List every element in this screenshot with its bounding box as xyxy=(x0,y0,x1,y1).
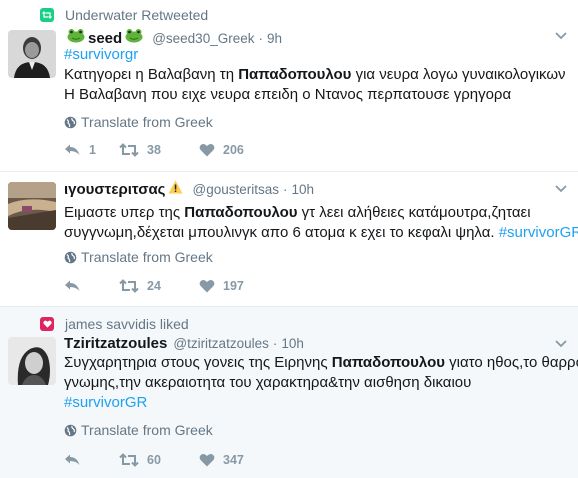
warning-emoji-icon xyxy=(168,180,183,199)
user-handle[interactable]: @seed30_Greek xyxy=(152,31,254,46)
retweet-count: 24 xyxy=(147,279,161,293)
globe-icon xyxy=(64,424,77,436)
avatar[interactable] xyxy=(8,30,56,78)
translate-label[interactable]: Translate from Greek xyxy=(81,422,213,438)
like-count: 206 xyxy=(223,143,244,157)
tweet-text: #survivorgr Κατηγορει η Βαλαβανη τη Παπαδ… xyxy=(64,45,569,105)
highlighted-term: Παπαδοπουλου xyxy=(331,354,445,371)
timestamp[interactable]: 9h xyxy=(267,31,282,46)
heart-icon xyxy=(40,317,54,331)
text-segment: Κατηγορει η Βαλαβανη τη xyxy=(64,66,239,83)
separator-dot: · xyxy=(258,30,263,46)
globe-icon xyxy=(64,116,77,128)
translate-label[interactable]: Translate from Greek xyxy=(81,249,213,265)
separator-dot: · xyxy=(282,182,288,197)
text-segment: γνωμης,την ακεραιοτητα του χαρακτηρα&την… xyxy=(64,374,472,391)
tweet-text: Συγχαρητηρια στους γονεις της Ειρηνης Πα… xyxy=(64,353,578,413)
retweet-icon xyxy=(119,453,139,467)
tweet-header: ιγουστεριτσας @gousteritsas · 10h xyxy=(64,180,314,199)
like-context: james savvidis liked xyxy=(40,315,189,333)
user-handle[interactable]: @gousteritsas xyxy=(192,182,279,197)
retweet-icon xyxy=(119,143,139,157)
retweet-count: 60 xyxy=(147,453,161,467)
reply-icon xyxy=(65,144,80,155)
tweet-actions: 60 347 xyxy=(64,453,279,467)
like-count: 347 xyxy=(223,453,244,467)
heart-icon xyxy=(199,144,215,157)
chevron-down-icon[interactable] xyxy=(554,184,568,194)
tweet-text-line: Ειμαστε υπερ της Παπαδοπουλου γτ λεει αλ… xyxy=(64,203,569,223)
tweet-header: Tziritzatzoules @tziritzatzoules · 10h xyxy=(64,335,304,352)
like-button[interactable]: 197 xyxy=(199,279,279,293)
retweet-count: 38 xyxy=(147,143,161,157)
like-button[interactable]: 347 xyxy=(199,453,279,467)
tweet-text-line: γνωμης,την ακεραιοτητα του χαρακτηρα&την… xyxy=(64,373,569,393)
heart-icon xyxy=(199,280,215,293)
tweet-actions: 1 38 206 xyxy=(64,143,279,157)
context-text[interactable]: Underwater Retweeted xyxy=(65,7,208,23)
user-fullname[interactable]: Tziritzatzoules xyxy=(64,335,167,352)
reply-button[interactable] xyxy=(64,279,119,293)
text-segment: Συγχαρητηρια στους γονεις της Ειρηνης xyxy=(64,354,332,371)
reply-button[interactable]: 1 xyxy=(64,143,119,157)
heart-icon xyxy=(199,454,215,467)
retweet-icon xyxy=(40,8,54,22)
tweet-text-line: #survivorgr xyxy=(64,45,569,65)
tweet-text-line: Η Βαλαβανη που ειχε νευρα επειδη ο Ντανο… xyxy=(64,85,569,105)
highlighted-term: Παπαδοπουλου xyxy=(184,204,298,221)
avatar[interactable] xyxy=(8,182,56,230)
translate-link[interactable]: Translate from Greek xyxy=(64,249,213,265)
text-segment: συγγνωμη,δέχεται μπουλινγκ απο 6 ατομα κ… xyxy=(64,224,499,241)
tweet-item[interactable]: ιγουστεριτσας @gousteritsas · 10h Ειμαστ… xyxy=(0,172,578,307)
user-fullname[interactable]: seed xyxy=(88,30,122,47)
user-handle[interactable]: @tziritzatzoules xyxy=(173,336,268,351)
translate-label[interactable]: Translate from Greek xyxy=(81,114,213,130)
text-segment: γιατο ηθος,το θαρρος xyxy=(444,354,578,371)
reply-icon xyxy=(65,280,80,291)
tweet-text: Ειμαστε υπερ της Παπαδοπουλου γτ λεει αλ… xyxy=(64,203,578,243)
separator-dot: · xyxy=(272,336,278,351)
tweet-item[interactable]: Underwater Retweeted seed @seed30_Greek … xyxy=(0,0,578,172)
retweet-button[interactable]: 38 xyxy=(119,143,199,157)
chevron-down-icon[interactable] xyxy=(554,31,568,41)
globe-icon xyxy=(64,251,77,263)
hashtag-link[interactable]: #survivorgr xyxy=(64,46,138,63)
tweet-text-line: συγγνωμη,δέχεται μπουλινγκ απο 6 ατομα κ… xyxy=(64,223,578,243)
text-segment: Η Βαλαβανη που ειχε νευρα επειδη ο Ντανο… xyxy=(64,86,512,103)
retweet-icon xyxy=(119,279,139,293)
reply-icon xyxy=(65,454,80,465)
tweet-text-line: Συγχαρητηρια στους γονεις της Ειρηνης Πα… xyxy=(64,353,578,373)
tweet-item[interactable]: james savvidis liked Tziritzatzoules @tz… xyxy=(0,307,578,478)
context-text[interactable]: james savvidis liked xyxy=(65,316,189,332)
like-button[interactable]: 206 xyxy=(199,143,279,157)
retweet-button[interactable]: 24 xyxy=(119,279,199,293)
hashtag-link[interactable]: #survivorGR xyxy=(499,224,578,241)
translate-link[interactable]: Translate from Greek xyxy=(64,114,213,130)
timestamp[interactable]: 10h xyxy=(281,336,304,351)
translate-link[interactable]: Translate from Greek xyxy=(64,422,213,438)
reply-count: 1 xyxy=(89,143,96,157)
text-segment: για νευρα λογω γυναικολογικων xyxy=(351,66,566,83)
like-count: 197 xyxy=(223,279,244,293)
hashtag-link[interactable]: #survivorGR xyxy=(64,394,147,411)
tweet-text-line: Κατηγορει η Βαλαβανη τη Παπαδοπουλου για… xyxy=(64,65,569,85)
timestamp[interactable]: 10h xyxy=(291,182,314,197)
retweet-button[interactable]: 60 xyxy=(119,453,199,467)
user-fullname[interactable]: ιγουστεριτσας xyxy=(64,181,165,198)
tweet-text-line: #survivorGR xyxy=(64,393,569,413)
reply-button[interactable] xyxy=(64,453,119,467)
highlighted-term: Παπαδοπουλου xyxy=(238,66,352,83)
tweet-actions: 24 197 xyxy=(64,279,279,293)
retweet-context: Underwater Retweeted xyxy=(40,6,208,24)
text-segment: Ειμαστε υπερ της xyxy=(64,204,185,221)
text-segment: γτ λεει αλήθειες κατάμουτρα,ζηταει xyxy=(297,204,531,221)
avatar[interactable] xyxy=(8,337,56,385)
chevron-down-icon[interactable] xyxy=(554,339,568,349)
